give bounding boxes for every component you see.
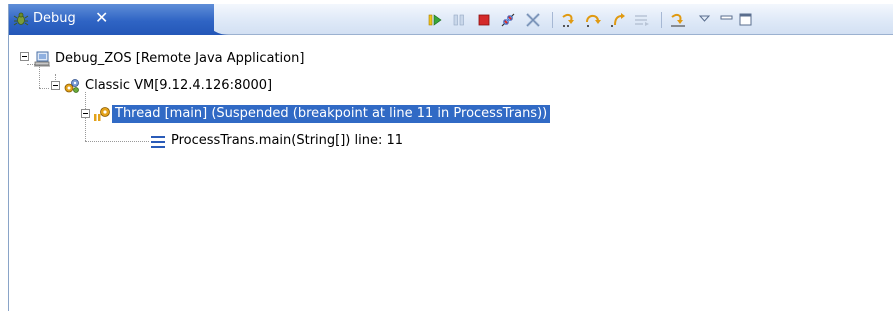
tree-item-thread[interactable]: Thread [main] (Suspended (breakpoint at … — [112, 105, 551, 123]
stack-frame-icon[interactable] — [149, 133, 167, 151]
tree-item-launch[interactable]: Debug_ZOS [Remote Java Application] — [55, 50, 304, 68]
tree-connector — [39, 88, 49, 90]
collapse-toggle[interactable] — [81, 109, 90, 118]
vm-gears-icon[interactable] — [63, 77, 81, 95]
use-step-filters-icon[interactable] — [669, 11, 687, 29]
drop-to-frame-icon[interactable] — [633, 11, 651, 29]
terminate-icon[interactable] — [475, 11, 493, 29]
tree-connector — [85, 141, 149, 143]
suspend-icon[interactable] — [450, 11, 468, 29]
view-menu-icon[interactable] — [696, 11, 714, 29]
collapse-toggle[interactable] — [20, 52, 29, 61]
remote-launch-icon[interactable] — [33, 50, 51, 68]
debug-tree: Debug_ZOS [Remote Java Application] Clas… — [9, 35, 893, 311]
view-tab-bar: Debug ✕ — [9, 4, 893, 35]
tab-label: Debug — [33, 11, 76, 26]
bug-icon — [13, 12, 29, 26]
close-icon[interactable]: ✕ — [95, 9, 108, 27]
maximize-icon[interactable] — [737, 11, 755, 29]
collapse-toggle[interactable] — [51, 81, 60, 90]
minimize-icon[interactable] — [718, 11, 736, 29]
debug-view: Debug ✕ Debug_ZOS [Remote Java Applicati… — [8, 4, 893, 311]
remove-terminated-icon[interactable] — [524, 11, 542, 29]
tree-item-vm[interactable]: Classic VM[9.12.4.126:8000] — [85, 77, 272, 95]
resume-icon[interactable] — [426, 11, 444, 29]
tree-item-stack-frame[interactable]: ProcessTrans.main(String[]) line: 11 — [171, 132, 403, 150]
step-return-icon[interactable] — [609, 11, 627, 29]
disconnect-icon[interactable] — [499, 11, 517, 29]
step-into-icon[interactable] — [560, 11, 578, 29]
tab-curve — [159, 4, 229, 35]
step-over-icon[interactable] — [584, 11, 602, 29]
toolbar-separator — [661, 12, 662, 28]
toolbar-separator — [552, 12, 553, 28]
thread-suspended-icon[interactable] — [93, 105, 111, 123]
